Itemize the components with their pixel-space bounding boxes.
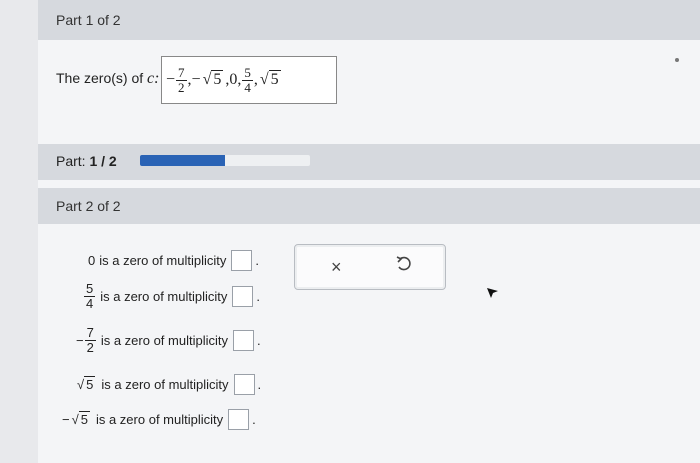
zero-value: 0: [229, 71, 238, 88]
multiplicity-input-neg-sqrt-5[interactable]: [228, 409, 250, 430]
fraction-neg-7-2: 7 2: [176, 64, 187, 95]
row-zero: 0 is a zero of multiplicity .: [88, 250, 259, 271]
part1-header: Part 1 of 2: [38, 0, 700, 40]
row-5-4: 5 4 is a zero of multiplicity .: [84, 281, 261, 311]
multiplicity-input-neg-7-2[interactable]: [232, 330, 254, 351]
multiplicity-input-0[interactable]: [231, 250, 253, 271]
part2-title: Part 2 of 2: [56, 198, 121, 214]
row-neg-7-2: − 7 2 is a zero of multiplicity .: [76, 325, 261, 355]
fraction-5-4: 5 4: [242, 64, 253, 95]
x-icon[interactable]: ×: [331, 257, 342, 278]
undo-icon[interactable]: [395, 255, 413, 278]
progress-row: Part: 1 / 2: [38, 144, 700, 180]
dot-mark: [675, 58, 679, 62]
radical-sqrt-5: √ 5: [259, 70, 281, 88]
zeros-answer: − 7 2 , − √ 5 , 0 , 5 4 , √ 5: [161, 56, 337, 104]
row-neg-sqrt-5: − √ 5 is a zero of multiplicity .: [62, 409, 256, 430]
part2-header: Part 2 of 2: [38, 188, 700, 224]
answer-tools: ×: [294, 244, 446, 290]
progress-label: Part: 1 / 2: [56, 153, 117, 169]
mouse-cursor-icon: [487, 288, 498, 298]
progress-bar: [140, 155, 310, 166]
multiplicity-input-sqrt-5[interactable]: [233, 374, 255, 395]
radical-neg-sqrt-5: √ 5: [202, 70, 224, 88]
zeros-label: The zero(s) of c:: [56, 70, 160, 87]
multiplicity-input-5-4[interactable]: [232, 286, 254, 307]
neg-sign: −: [166, 71, 176, 88]
progress-fill: [140, 155, 225, 166]
page: Part 1 of 2 The zero(s) of c: − 7 2 , − …: [38, 0, 700, 463]
row-sqrt-5: √ 5 is a zero of multiplicity .: [75, 374, 261, 395]
part1-title: Part 1 of 2: [56, 12, 121, 28]
